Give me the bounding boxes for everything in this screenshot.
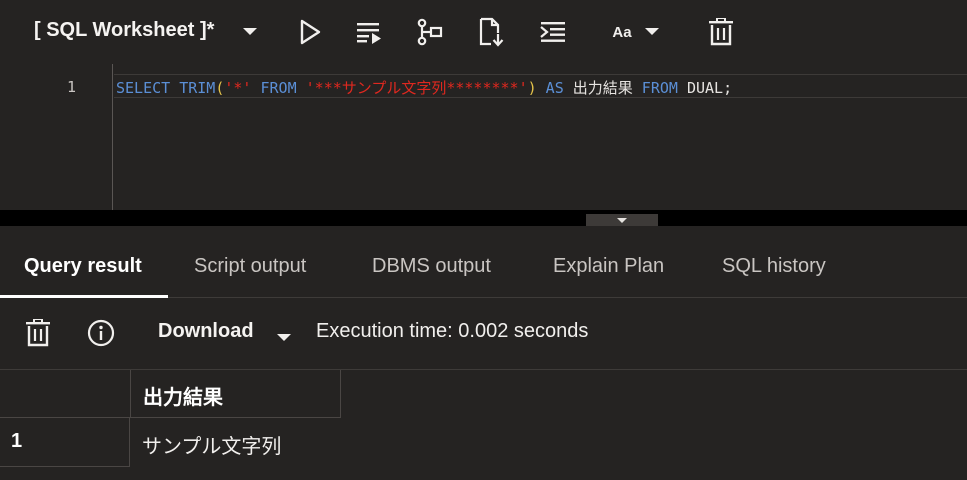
trash-icon: [708, 18, 734, 46]
row-number: 1: [11, 430, 23, 452]
code-keyword: AS: [536, 79, 573, 97]
tab-query-result[interactable]: Query result: [24, 234, 142, 298]
format-icon: [539, 21, 567, 43]
code-paren: ): [527, 79, 537, 97]
row-number-header: [0, 370, 130, 418]
splitter-handle[interactable]: [586, 214, 658, 226]
column-header[interactable]: 出力結果: [130, 370, 341, 418]
tab-explain-plan[interactable]: Explain Plan: [553, 234, 664, 298]
run-statement-button[interactable]: [294, 14, 326, 50]
autotrace-button[interactable]: [474, 14, 508, 50]
clear-results-button[interactable]: [24, 317, 52, 352]
worksheet-toolbar: [ SQL Worksheet ]* Aa: [0, 0, 967, 64]
font-case-icon: Aa: [612, 23, 632, 41]
table-row-number: 1: [0, 418, 130, 467]
result-toolbar: Download Execution time: 0.002 seconds: [0, 298, 967, 370]
run-script-icon: [355, 20, 383, 44]
code-keyword: FROM: [251, 79, 306, 97]
autotrace-icon: [477, 17, 505, 47]
column-header-label: 出力結果: [143, 387, 223, 409]
explain-plan-icon: [414, 18, 444, 46]
info-button[interactable]: [87, 319, 115, 352]
chevron-down-icon[interactable]: [276, 330, 292, 348]
explain-plan-button[interactable]: [412, 14, 446, 50]
cell-value: サンプル文字列: [142, 436, 282, 458]
format-button[interactable]: [536, 14, 570, 50]
output-tabs: Query result Script output DBMS output E…: [0, 234, 967, 298]
download-button[interactable]: Download: [158, 320, 254, 343]
worksheet-title[interactable]: [ SQL Worksheet ]*: [34, 19, 214, 42]
tab-script-output[interactable]: Script output: [194, 234, 306, 298]
worksheet-menu-button[interactable]: [236, 14, 264, 50]
output-panel: Query result Script output DBMS output E…: [0, 226, 967, 480]
chevron-down-icon: [644, 27, 660, 37]
code-keyword: FROM: [632, 79, 687, 97]
run-statement-icon: [298, 19, 322, 45]
clear-editor-button[interactable]: [704, 14, 738, 50]
code-identifier: 出力結果: [572, 79, 633, 97]
font-case-button[interactable]: Aa: [604, 14, 668, 50]
line-number: 1: [66, 78, 76, 96]
tab-sql-history[interactable]: SQL history: [722, 234, 826, 298]
info-icon: [87, 319, 115, 352]
tab-dbms-output[interactable]: DBMS output: [372, 234, 491, 298]
panel-splitter[interactable]: [0, 210, 967, 226]
run-script-button[interactable]: [352, 14, 386, 50]
code-line[interactable]: SELECT TRIM('*' FROM '***サンプル文字列********…: [116, 77, 732, 98]
line-gutter: 1: [0, 64, 113, 210]
code-string: '*': [224, 79, 252, 97]
code-identifier: DUAL;: [686, 79, 733, 97]
trash-icon: [25, 317, 51, 352]
table-cell[interactable]: サンプル文字列: [130, 418, 341, 467]
code-string: '***サンプル文字列********': [305, 79, 528, 97]
chevron-down-icon: [242, 27, 258, 37]
code-keyword: SELECT TRIM: [116, 79, 216, 97]
code-editor[interactable]: 1 SELECT TRIM('*' FROM '***サンプル文字列******…: [0, 64, 967, 210]
execution-time: Execution time: 0.002 seconds: [316, 320, 589, 342]
